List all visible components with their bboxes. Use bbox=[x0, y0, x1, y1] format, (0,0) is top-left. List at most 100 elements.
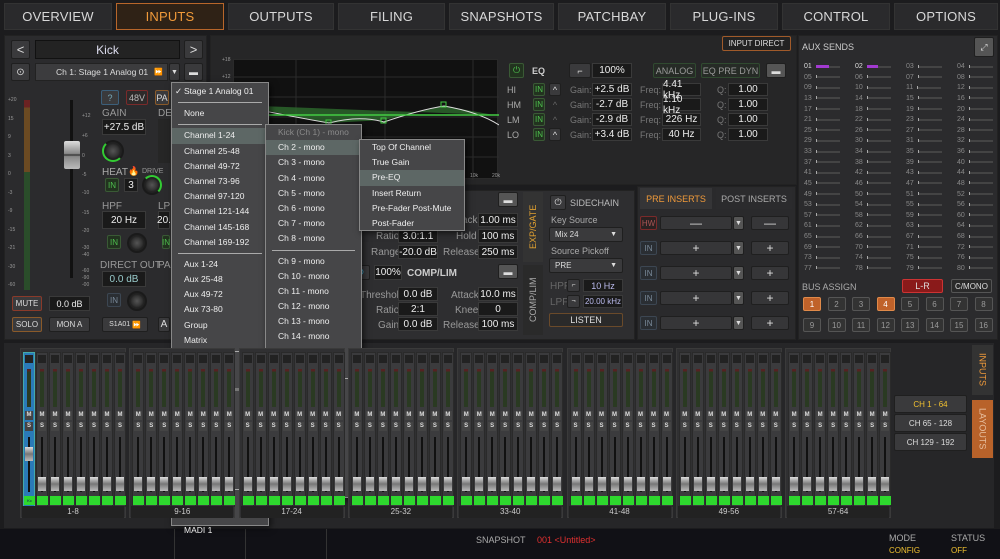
strip-fader-handle[interactable] bbox=[597, 477, 606, 491]
source-pickoff-select[interactable]: PRE ▼ bbox=[549, 258, 623, 273]
strip-fader-handle[interactable] bbox=[527, 477, 536, 491]
aux-send[interactable]: 18 bbox=[855, 106, 891, 113]
strip-fader-handle[interactable] bbox=[51, 477, 59, 491]
aux-send-level[interactable] bbox=[917, 128, 942, 131]
eq-gain-value[interactable]: +3.4 dB bbox=[592, 128, 632, 141]
menu-item[interactable]: Insert Return bbox=[360, 186, 464, 201]
strip-fader-handle[interactable] bbox=[116, 477, 124, 491]
eq-q-value[interactable]: 1.00 bbox=[728, 113, 768, 126]
strip-mute-button[interactable]: M bbox=[706, 411, 715, 420]
aux-send-level[interactable] bbox=[917, 96, 942, 99]
sidechain-power-icon[interactable]: ⏻ bbox=[550, 195, 566, 210]
strip-solo-button[interactable]: S bbox=[103, 422, 111, 431]
aux-send-level[interactable] bbox=[866, 128, 891, 131]
strip-select[interactable] bbox=[597, 355, 606, 363]
strip-mute-button[interactable]: M bbox=[134, 411, 143, 420]
strip-mute-button[interactable]: M bbox=[225, 411, 234, 420]
eq-power-icon[interactable]: ⏻ bbox=[509, 63, 524, 78]
strip-select[interactable] bbox=[680, 355, 689, 363]
aux-send[interactable]: 06 bbox=[855, 74, 891, 81]
aux-send[interactable]: 60 bbox=[957, 212, 993, 219]
strip-select[interactable] bbox=[212, 355, 221, 363]
aux-send-level[interactable] bbox=[917, 138, 942, 142]
aux-send-level[interactable] bbox=[866, 170, 891, 174]
aux-send-level[interactable] bbox=[917, 192, 942, 195]
strip-select[interactable] bbox=[160, 355, 169, 363]
strip-mute-button[interactable]: M bbox=[816, 411, 825, 420]
comp-attack-value[interactable]: 10.0 ms bbox=[478, 287, 518, 301]
eq-q-value[interactable]: 1.00 bbox=[728, 128, 768, 141]
strip-solo-button[interactable]: S bbox=[430, 422, 439, 431]
tab-inputs[interactable]: INPUTS bbox=[116, 3, 224, 30]
strip-mute-button[interactable]: M bbox=[732, 411, 741, 420]
c-mono-button[interactable]: C/MONO bbox=[951, 279, 992, 293]
strip-select[interactable] bbox=[199, 355, 208, 363]
aux-send[interactable]: 32 bbox=[957, 137, 993, 144]
aux-send-level[interactable] bbox=[917, 85, 942, 89]
aux-send-level[interactable] bbox=[815, 128, 840, 131]
solo-button[interactable]: SOLO bbox=[12, 317, 42, 332]
eq-q-value[interactable]: 1.00 bbox=[728, 98, 768, 111]
aux-send[interactable]: 10 bbox=[855, 84, 891, 91]
strip-select[interactable] bbox=[758, 355, 767, 363]
strip-solo-button[interactable]: S bbox=[719, 422, 728, 431]
strip-fader-handle[interactable] bbox=[868, 477, 877, 491]
aux-send[interactable]: 37 bbox=[804, 159, 840, 166]
aux-send-level[interactable] bbox=[815, 266, 840, 269]
input-source-selector[interactable]: Ch 1: Stage 1 Analog 01 ⏩ bbox=[35, 63, 168, 81]
aux-send[interactable]: 42 bbox=[855, 169, 891, 176]
direct-out-value[interactable]: 0.0 dB bbox=[102, 271, 146, 287]
aux-send[interactable]: 09 bbox=[804, 84, 840, 91]
strip-mute-button[interactable]: M bbox=[790, 411, 799, 420]
aux-send-level[interactable] bbox=[866, 192, 891, 195]
aux-send-level[interactable] bbox=[917, 255, 942, 259]
strip-mute-button[interactable]: M bbox=[391, 411, 400, 420]
strip-select[interactable] bbox=[803, 355, 812, 363]
strip-select[interactable] bbox=[173, 355, 182, 363]
aux-send[interactable]: 67 bbox=[906, 233, 942, 240]
aux-send[interactable]: 36 bbox=[957, 148, 993, 155]
strip-solo-button[interactable]: S bbox=[404, 422, 413, 431]
gain-knob[interactable] bbox=[102, 140, 124, 162]
aux-send[interactable]: 01 bbox=[804, 63, 840, 70]
strip-select[interactable] bbox=[103, 355, 111, 363]
aux-send-level[interactable] bbox=[917, 213, 942, 216]
aux-send-level[interactable] bbox=[968, 138, 993, 142]
aux-send[interactable]: 51 bbox=[906, 191, 942, 198]
aux-send-level[interactable] bbox=[968, 75, 993, 78]
input-direct-button[interactable]: INPUT DIRECT bbox=[722, 36, 791, 51]
aux-send[interactable]: 26 bbox=[855, 127, 891, 134]
aux-send-level[interactable] bbox=[917, 234, 942, 238]
strip-select[interactable] bbox=[77, 355, 85, 363]
strip-select[interactable] bbox=[745, 355, 754, 363]
aux-send[interactable]: 52 bbox=[957, 191, 993, 198]
fader-handle[interactable] bbox=[64, 141, 80, 169]
strip-solo-button[interactable]: S bbox=[77, 422, 85, 431]
gate-attack-value[interactable]: 1.00 ms bbox=[478, 213, 518, 227]
aux-send-level[interactable] bbox=[968, 85, 993, 89]
eq-band-shape-icon[interactable]: ^ bbox=[549, 128, 561, 141]
strip-solo-button[interactable]: S bbox=[173, 422, 182, 431]
strip-fader-handle[interactable] bbox=[706, 477, 715, 491]
tab-control[interactable]: CONTROL bbox=[782, 3, 890, 30]
strip-select[interactable] bbox=[90, 355, 98, 363]
eq-pre-dyn-button[interactable]: EQ PRE DYN bbox=[701, 63, 760, 78]
strip-solo-button[interactable]: S bbox=[475, 422, 484, 431]
aux-send-level[interactable] bbox=[968, 192, 993, 195]
aux-send[interactable]: 02 bbox=[855, 63, 891, 70]
strip-fader-handle[interactable] bbox=[488, 477, 497, 491]
analog-button[interactable]: ANALOG bbox=[653, 63, 696, 78]
strip-fader-handle[interactable] bbox=[842, 477, 851, 491]
aux-send[interactable]: 47 bbox=[906, 180, 942, 187]
key-source-select[interactable]: Mix 24 ▼ bbox=[549, 227, 623, 242]
strip-fader-handle[interactable] bbox=[269, 477, 278, 491]
aux-send-level[interactable] bbox=[815, 245, 840, 248]
aux-send-level[interactable] bbox=[866, 149, 891, 153]
eq-band-in-button[interactable]: IN bbox=[533, 113, 545, 126]
tab-comp-lim[interactable]: COMP/LIM bbox=[523, 265, 543, 335]
post-insert-slot[interactable]: + bbox=[751, 316, 789, 330]
strip-select[interactable] bbox=[404, 355, 413, 363]
monitor-button[interactable]: MON A bbox=[49, 317, 90, 332]
menu-item[interactable]: Aux 1-24 bbox=[172, 257, 268, 272]
strip-mute-button[interactable]: M bbox=[803, 411, 812, 420]
